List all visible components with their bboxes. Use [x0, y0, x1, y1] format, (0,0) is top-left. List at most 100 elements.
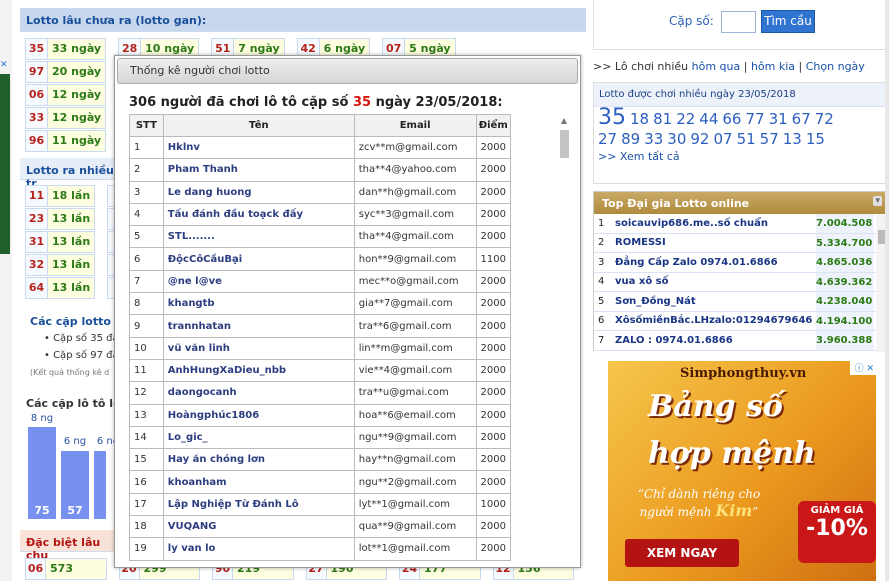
played-number[interactable]: 81: [653, 110, 672, 128]
stat-box[interactable]: 35 33 ngày: [25, 38, 107, 60]
played-number[interactable]: 07: [713, 130, 732, 148]
players-body: 1 Hklnv zcv**m@gmail.com 2000 2 Pham Thanh tha…: [129, 135, 512, 561]
link-pick-date[interactable]: Chọn ngày: [806, 60, 865, 73]
top-player-row[interactable]: 1 soicauvip686.me..số chuẩn 7.004.508: [594, 214, 876, 234]
link-yesterday[interactable]: hôm qua: [692, 60, 741, 73]
row-stt: 17: [129, 492, 164, 517]
played-number[interactable]: 27: [598, 130, 617, 148]
top-player-row[interactable]: 2 ROMESSI 5.334.700: [594, 233, 876, 253]
search-input[interactable]: [721, 11, 756, 33]
played-number[interactable]: 13: [783, 130, 802, 148]
row-stt: 15: [129, 448, 164, 472]
ad-banner[interactable]: ⓘ ✕ Simphongthuy.vn Bảng số hợp mệnh “Ch…: [608, 361, 876, 581]
played-number[interactable]: 44: [699, 110, 718, 128]
stat-box[interactable]: 06 12 ngày: [25, 84, 107, 106]
row-email: zcv**m@gmail.com: [353, 135, 477, 160]
ad-close-icon[interactable]: ⓘ ✕: [850, 361, 876, 375]
sale-label: GIẢM GIÁ: [810, 505, 864, 516]
stat-box[interactable]: 64 13 lần: [25, 277, 96, 299]
sale-value: -10%: [806, 516, 868, 541]
top-player-row[interactable]: 3 Đẳng Cấp Zalo 0974.01.6866 4.865.036: [594, 253, 876, 273]
row-stt: 5: [129, 225, 164, 249]
row-name[interactable]: AnhHungXaDieu_nbb: [162, 358, 355, 383]
title-number: 35: [352, 95, 372, 110]
scroll-thumb[interactable]: [560, 130, 569, 158]
row-name[interactable]: ly van lo: [162, 537, 355, 561]
stat-box[interactable]: 23 13 lần: [25, 208, 96, 230]
ad-close-icon[interactable]: ✕: [0, 60, 10, 72]
row-name[interactable]: @ne l@ve: [162, 269, 355, 294]
scroll-up-icon[interactable]: ▲: [558, 116, 570, 125]
collapse-icon[interactable]: ▾: [873, 196, 882, 206]
row-name[interactable]: Hoàngphúc1806: [162, 403, 355, 427]
played-number[interactable]: 18: [630, 110, 649, 128]
top-player-row[interactable]: 5 Sơn_Đồng_Nát 4.238.040: [594, 292, 876, 312]
played-number[interactable]: 89: [621, 130, 640, 148]
row-stt: 13: [129, 403, 164, 427]
row-name[interactable]: daongocanh: [162, 381, 355, 405]
stat-number: 31: [26, 232, 48, 252]
row-name[interactable]: Pham Thanh: [162, 158, 355, 182]
top-player-row[interactable]: 7 ZALO : 0974.01.6866 3.960.388: [594, 331, 876, 351]
row-name[interactable]: trannhatan: [162, 314, 355, 338]
played-number[interactable]: 57: [760, 130, 779, 148]
link-daybefore[interactable]: hôm kia: [751, 60, 795, 73]
stat-value: 18 lần: [48, 186, 95, 206]
played-number[interactable]: 77: [745, 110, 764, 128]
played-number[interactable]: 92: [690, 130, 709, 148]
stat-number: 33: [26, 108, 48, 128]
played-number[interactable]: 30: [667, 130, 686, 148]
played-number[interactable]: 31: [769, 110, 788, 128]
title-text: 306 người đã chơi lô tô cặp số: [129, 95, 353, 110]
row-name[interactable]: khangtb: [162, 292, 355, 316]
played-number[interactable]: 22: [676, 110, 695, 128]
row-name[interactable]: ĐộcCôCầuBại: [162, 247, 355, 271]
played-number[interactable]: 51: [737, 130, 756, 148]
row-name[interactable]: VUQANG: [162, 515, 355, 539]
modal-scrollbar[interactable]: ▲: [558, 116, 570, 556]
top-player-row[interactable]: 6 XôsốmiềnBắc.LHzalo:01294679646 4.194.100: [594, 311, 876, 331]
row-name[interactable]: Hklnv: [162, 135, 355, 160]
row-email: gia**7@gmail.com: [353, 292, 477, 316]
stat-box[interactable]: 33 12 ngày: [25, 107, 107, 129]
player-score: 4.194.100: [816, 311, 874, 330]
row-name[interactable]: Tấu đánh đầu toạck đấy: [162, 202, 355, 227]
row-points: 2000: [475, 135, 512, 160]
row-points: 2000: [475, 314, 512, 338]
played-number[interactable]: 15: [806, 130, 825, 148]
stat-number: 96: [26, 131, 48, 151]
bar-value: 57: [67, 504, 83, 517]
modal-header[interactable]: Thống kê người chơi lotto: [117, 58, 578, 84]
played-number[interactable]: 67: [792, 110, 811, 128]
played-number[interactable]: 72: [815, 110, 834, 128]
table-row: 14 Lo_gic_ ngu**9@gmail.com 2000: [129, 425, 512, 450]
ad-tagline-a: Chỉ dành riêng cho: [643, 487, 761, 501]
row-name[interactable]: STL.......: [162, 225, 355, 249]
table-row: 5 STL....... tha**4@gmail.com 2000: [129, 225, 512, 249]
row-name[interactable]: Lập Nghiệp Từ Đánh Lô: [162, 492, 355, 517]
stat-box[interactable]: 31 13 lần: [25, 231, 96, 253]
table-row: 16 khoanham ngu**2@gmail.com 2000: [129, 470, 512, 494]
stat-box[interactable]: 11 18 lần: [25, 185, 96, 207]
played-number[interactable]: 33: [644, 130, 663, 148]
played-number[interactable]: 66: [722, 110, 741, 128]
row-name[interactable]: Hay ăn chóng lơn: [162, 448, 355, 472]
played-number[interactable]: 35: [598, 105, 626, 130]
top-player-row[interactable]: 4 vua xô số 4.639.362: [594, 272, 876, 292]
links-prefix: >> Lô chơi nhiều: [593, 60, 692, 73]
row-name[interactable]: Lo_gic_: [162, 425, 355, 450]
row-name[interactable]: khoanham: [162, 470, 355, 494]
stat-box[interactable]: 32 13 lần: [25, 254, 96, 276]
see-all-link[interactable]: >> Xem tất cả: [594, 150, 888, 163]
row-email: hay**n@gmail.com: [353, 448, 477, 472]
row-email: tha**4@yahoo.com: [353, 158, 477, 182]
left-side-ad[interactable]: [0, 74, 10, 254]
row-email: tha**4@gmail.com: [353, 225, 477, 249]
search-button[interactable]: Tìm cầu: [761, 10, 815, 33]
stat-box[interactable]: 97 20 ngày: [25, 61, 107, 83]
stat-box[interactable]: 06573 ngày: [25, 558, 107, 580]
row-name[interactable]: Le dang huong: [162, 180, 355, 204]
ad-cta-button[interactable]: XEM NGAY: [625, 539, 739, 567]
row-name[interactable]: vũ văn linh: [162, 336, 355, 360]
stat-box[interactable]: 96 11 ngày: [25, 130, 107, 152]
